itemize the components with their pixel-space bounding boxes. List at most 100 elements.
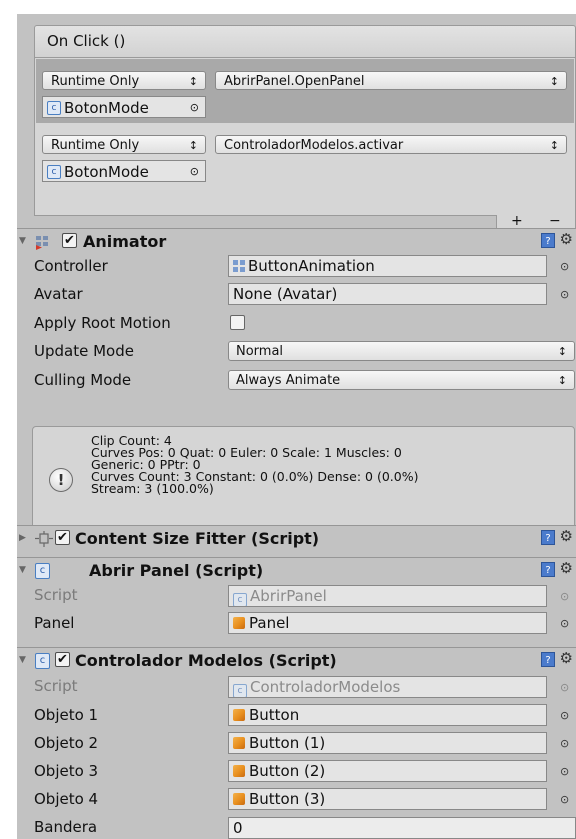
update-mode-label: Update Mode [34,342,134,360]
object-picker-icon[interactable]: ⊙ [560,765,569,778]
object-picker-icon[interactable]: ⊙ [560,709,569,722]
script-icon: c [233,684,247,697]
gear-icon[interactable]: ⚙ [560,230,573,248]
bandera-label: Bandera [34,818,98,836]
object-picker-icon[interactable]: ⊙ [560,793,569,806]
objeto-1-field[interactable]: Button [228,704,547,726]
runtime-mode-dropdown-2[interactable]: Runtime Only ↕ [42,135,206,154]
target-object-value-1: BotonMode [64,99,149,117]
gameobject-cube-icon [233,765,245,777]
objeto-2-field[interactable]: Button (1) [228,732,547,754]
controller-value: ButtonAnimation [248,257,375,275]
objeto-4-field[interactable]: Button (3) [228,788,547,810]
culling-mode-value: Always Animate [236,373,341,388]
runtime-mode-dropdown-1[interactable]: Runtime Only ↕ [42,71,206,90]
objeto-1-value: Button [249,706,300,724]
on-click-entries: Runtime Only ↕ AbrirPanel.OpenPanel ↕ c … [34,58,576,216]
panel-value: Panel [249,614,290,632]
script-icon: c [35,563,50,579]
objeto-4-label: Objeto 4 [34,790,99,808]
function-dropdown-1[interactable]: AbrirPanel.OpenPanel ↕ [215,71,567,90]
gameobject-cube-icon [233,709,245,721]
animator-controller-icon [233,260,245,272]
function-value-2: ControladorModelos.activar [224,138,404,153]
dropdown-arrow-icon: ↕ [549,75,559,88]
panel-field[interactable]: Panel [228,612,547,634]
update-mode-dropdown[interactable]: Normal ↕ [228,341,575,361]
help-icon[interactable]: ? [541,652,555,667]
object-picker-icon[interactable]: ⊙ [560,737,569,750]
objeto-4-value: Button (3) [249,790,326,808]
object-picker-icon[interactable]: ⊙ [560,260,569,273]
add-entry-button[interactable]: + [511,213,523,229]
abrir-panel-script-label: Script [34,586,78,604]
fold-open-icon[interactable]: ▼ [19,655,26,665]
script-icon: c [47,101,61,115]
object-picker-icon[interactable]: ⊙ [190,97,199,119]
script-icon: c [35,653,50,669]
abrir-panel-title: Abrir Panel (Script) [89,561,264,580]
dropdown-arrow-icon: ↕ [557,374,567,387]
culling-mode-dropdown[interactable]: Always Animate ↕ [228,370,575,390]
gear-icon[interactable]: ⚙ [560,527,573,545]
help-icon[interactable]: ? [541,562,555,577]
target-object-field-2[interactable]: c BotonMode ⊙ [42,160,206,182]
help-icon[interactable]: ? [541,530,555,545]
avatar-field[interactable]: None (Avatar) [228,283,547,305]
content-size-fitter-title: Content Size Fitter (Script) [75,529,320,548]
script-icon: c [233,593,247,606]
animator-header[interactable]: ▼ ✔ Animator ? ⚙ [17,228,576,254]
gear-icon[interactable]: ⚙ [560,559,573,577]
objeto-3-value: Button (2) [249,762,326,780]
fold-open-icon[interactable]: ▼ [19,565,26,575]
objeto-2-label: Objeto 2 [34,734,99,752]
animator-title: Animator [83,232,167,251]
gear-icon[interactable]: ⚙ [560,649,573,667]
script-icon: c [47,165,61,179]
controlador-script-field: c ControladorModelos [228,676,547,698]
update-mode-value: Normal [236,344,284,359]
controlador-modelos-enabled-checkbox[interactable]: ✔ [55,652,70,667]
objeto-1-label: Objeto 1 [34,706,99,724]
gameobject-cube-icon [233,737,245,749]
target-object-field-1[interactable]: c BotonMode ⊙ [42,96,206,118]
on-click-entry-1[interactable]: Runtime Only ↕ AbrirPanel.OpenPanel ↕ c … [36,59,574,123]
on-click-header: On Click () [34,25,576,58]
animator-component-icon [36,235,52,250]
panel-label: Panel [34,614,75,632]
gameobject-cube-icon [233,793,245,805]
on-click-entry-2[interactable]: Runtime Only ↕ ControladorModelos.activa… [36,125,574,189]
object-picker-icon: ⊙ [560,681,570,694]
inspector-panel: On Click () Runtime Only ↕ AbrirPanel.Op… [17,14,576,839]
info-icon: ! [49,468,73,492]
animator-enabled-checkbox[interactable]: ✔ [62,233,77,248]
object-picker-icon[interactable]: ⊙ [560,617,569,630]
help-icon[interactable]: ? [541,233,555,248]
function-dropdown-2[interactable]: ControladorModelos.activar ↕ [215,135,567,154]
abrir-panel-script-field: c AbrirPanel [228,585,547,607]
controller-field[interactable]: ButtonAnimation [228,255,547,277]
dropdown-arrow-icon: ↕ [188,139,198,152]
object-picker-icon[interactable]: ⊙ [190,161,199,183]
avatar-value: None (Avatar) [233,285,338,303]
controlador-script-label: Script [34,677,78,695]
dropdown-arrow-icon: ↕ [549,139,559,152]
objeto-3-field[interactable]: Button (2) [228,760,547,782]
content-size-fitter-enabled-checkbox[interactable]: ✔ [55,530,70,545]
remove-entry-button[interactable]: − [549,213,561,229]
controlador-modelos-header[interactable]: ▼ c ✔ Controlador Modelos (Script) ? ⚙ [17,647,576,673]
target-object-value-2: BotonMode [64,163,149,181]
fold-open-icon[interactable]: ▼ [19,236,26,246]
info-line-5: Stream: 3 (100.0%) [91,481,214,496]
apply-root-motion-checkbox[interactable] [230,315,245,330]
bandera-field[interactable]: 0 [228,817,576,839]
fold-closed-icon[interactable]: ▶ [19,533,26,543]
object-picker-icon[interactable]: ⊙ [560,288,569,301]
objeto-2-value: Button (1) [249,734,326,752]
content-size-fitter-header[interactable]: ▶ ✔ Content Size Fitter (Script) ? ⚙ [17,525,576,551]
culling-mode-label: Culling Mode [34,371,132,389]
gameobject-cube-icon [233,617,245,629]
abrir-panel-header[interactable]: ▼ c Abrir Panel (Script) ? ⚙ [17,557,576,583]
runtime-mode-value-2: Runtime Only [51,138,140,153]
object-picker-icon: ⊙ [560,590,570,603]
